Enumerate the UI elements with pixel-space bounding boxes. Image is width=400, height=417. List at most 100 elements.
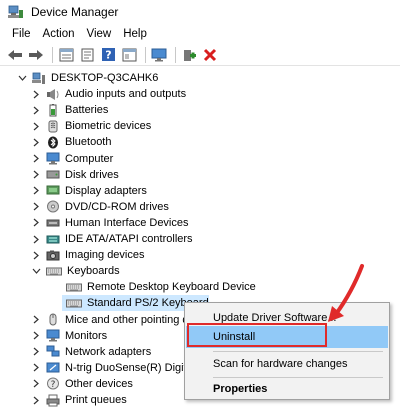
keyboard-icon <box>66 297 82 310</box>
mouse-icon <box>46 313 60 326</box>
chevron-right-icon[interactable] <box>30 376 42 392</box>
chevron-right-icon[interactable] <box>30 344 42 360</box>
tree-item-label: Disk drives <box>65 168 119 181</box>
display-icon <box>46 184 60 197</box>
add-driver-icon[interactable] <box>180 46 198 64</box>
tree-item[interactable]: Computer <box>30 151 113 167</box>
window-title: Device Manager <box>31 5 119 19</box>
biometric-icon <box>46 120 60 133</box>
menu-item-properties[interactable]: Properties <box>186 378 388 400</box>
update-icon[interactable] <box>78 46 96 64</box>
chevron-right-icon[interactable] <box>30 247 42 263</box>
tree-item[interactable]: N-trig DuoSense(R) Digitizer <box>30 360 204 376</box>
monitor-icon[interactable] <box>150 46 168 64</box>
printer-icon <box>46 394 60 407</box>
help-icon[interactable]: ? <box>99 46 117 64</box>
tree-item-label: Keyboards <box>67 265 120 278</box>
menu-item-scan-hardware[interactable]: Scan for hardware changes <box>186 353 388 375</box>
back-arrow-icon[interactable] <box>6 46 24 64</box>
menu-file[interactable]: File <box>6 24 37 44</box>
tree-item[interactable]: Remote Desktop Keyboard Device <box>62 279 256 295</box>
tree-item[interactable]: Biometric devices <box>30 118 151 134</box>
camera-icon <box>46 249 60 262</box>
chevron-right-icon[interactable] <box>30 328 42 344</box>
network-icon <box>46 345 60 358</box>
chevron-right-icon[interactable] <box>30 183 42 199</box>
root-label: DESKTOP-Q3CAHK6 <box>51 72 159 84</box>
svg-text:?: ? <box>105 49 111 62</box>
tree-item-label: Other devices <box>65 377 133 390</box>
tree-item-label: Audio inputs and outputs <box>65 88 187 101</box>
chevron-right-icon[interactable] <box>30 151 42 167</box>
tree-item[interactable]: Audio inputs and outputs <box>30 86 186 102</box>
dvd-icon <box>46 200 60 213</box>
menu-help[interactable]: Help <box>117 24 153 44</box>
toolbar-separator <box>52 46 53 63</box>
tree-item[interactable]: Monitors <box>30 328 107 344</box>
tree-item[interactable]: Keyboards <box>30 263 120 279</box>
menu-action[interactable]: Action <box>37 24 81 44</box>
title-bar: Device Manager <box>0 0 400 24</box>
tree-item-label: IDE ATA/ATAPI controllers <box>65 233 193 245</box>
chevron-right-icon[interactable] <box>30 86 42 102</box>
chevron-right-icon[interactable] <box>30 231 42 247</box>
tree-item-label: Print queues <box>65 394 127 406</box>
ide-icon <box>46 233 60 246</box>
menu-separator <box>213 351 383 352</box>
chevron-right-icon[interactable] <box>30 134 42 150</box>
tree-item[interactable]: Human Interface Devices <box>30 215 189 231</box>
tree-item-label: Computer <box>65 152 114 165</box>
properties-icon[interactable] <box>57 46 75 64</box>
monitor-icon <box>46 329 60 342</box>
digitizer-icon <box>46 361 60 374</box>
computer-root-icon <box>32 72 46 85</box>
toolbar: ? <box>0 44 400 66</box>
tree-item[interactable]: IDE ATA/ATAPI controllers <box>30 231 193 247</box>
tree-item[interactable]: Imaging devices <box>30 247 145 263</box>
speaker-icon <box>46 88 60 101</box>
view-icon[interactable] <box>120 46 138 64</box>
tree-item-label: Imaging devices <box>65 249 145 262</box>
menu-bar: File Action View Help <box>0 24 400 44</box>
tree-item[interactable]: ? Other devices <box>30 376 133 392</box>
forward-arrow-icon[interactable] <box>27 46 45 64</box>
chevron-down-icon[interactable] <box>30 263 42 279</box>
tree-item-label: Remote Desktop Keyboard Device <box>87 281 256 294</box>
menu-view[interactable]: View <box>81 24 118 44</box>
tree-item-label: DVD/CD-ROM drives <box>65 200 169 213</box>
annotation-arrow-shaft <box>334 264 364 316</box>
tree-item[interactable]: Disk drives <box>30 167 119 183</box>
tree-item[interactable]: DVD/CD-ROM drives <box>30 199 169 215</box>
bluetooth-icon <box>46 136 60 149</box>
chevron-right-icon[interactable] <box>30 167 42 183</box>
computer-icon <box>46 152 60 165</box>
tree-item-label: Network adapters <box>65 345 152 358</box>
tree-item[interactable]: Bluetooth <box>30 134 111 150</box>
tree-item-label: Biometric devices <box>65 120 152 133</box>
annotation-arrow <box>328 264 364 322</box>
chevron-right-icon[interactable] <box>30 215 42 231</box>
chevron-right-icon[interactable] <box>30 392 42 408</box>
tree-item[interactable]: Batteries <box>30 102 108 118</box>
tree-item[interactable]: Display adapters <box>30 183 147 199</box>
tree-item-label: Display adapters <box>65 184 147 197</box>
toolbar-separator <box>145 46 146 63</box>
keyboard-icon <box>46 265 62 278</box>
tree-item-label: Monitors <box>65 329 108 342</box>
chevron-right-icon[interactable] <box>30 199 42 215</box>
uninstall-x-icon[interactable] <box>201 46 219 64</box>
chevron-down-icon[interactable] <box>16 70 28 86</box>
device-manager-icon <box>8 5 24 19</box>
tree-root[interactable]: DESKTOP-Q3CAHK6 <box>16 70 158 86</box>
hid-icon <box>46 216 60 229</box>
chevron-right-icon[interactable] <box>30 312 42 328</box>
tree-item[interactable]: Network adapters <box>30 344 151 360</box>
keyboard-icon <box>66 281 82 294</box>
tree-item-label: Human Interface Devices <box>65 216 189 229</box>
disk-icon <box>46 168 60 181</box>
chevron-right-icon[interactable] <box>30 102 42 118</box>
tree-item[interactable]: Print queues <box>30 392 127 408</box>
chevron-right-icon[interactable] <box>30 360 42 376</box>
svg-text:?: ? <box>51 380 56 390</box>
chevron-right-icon[interactable] <box>30 118 42 134</box>
